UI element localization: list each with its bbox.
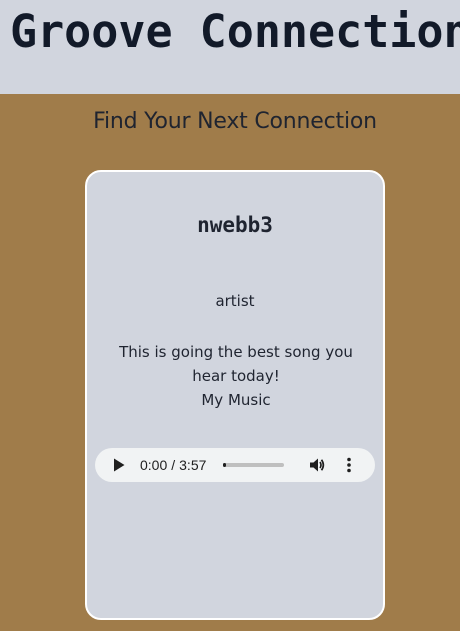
time-display: 0:00/3:57 xyxy=(140,457,206,473)
app-title: Groove Connection xyxy=(10,5,460,58)
progress-slider[interactable] xyxy=(223,463,284,467)
username: nwebb3 xyxy=(197,213,273,237)
site-header: Groove Connection xyxy=(0,0,460,94)
profile-card: nwebb3 artist This is going the best son… xyxy=(85,170,385,620)
play-icon[interactable] xyxy=(111,457,127,473)
user-role: artist xyxy=(215,292,255,310)
duration: 3:57 xyxy=(179,457,207,473)
my-music-link[interactable]: My Music xyxy=(101,388,371,412)
page-subtitle: Find Your Next Connection xyxy=(93,109,377,134)
description-text: This is going the best song you hear tod… xyxy=(119,343,353,385)
profile-description: This is going the best song you hear tod… xyxy=(101,340,371,412)
time-separator: / xyxy=(171,457,176,473)
progress-fill xyxy=(223,463,227,467)
more-vert-icon[interactable] xyxy=(340,456,358,474)
audio-player: 0:00/3:57 xyxy=(95,448,375,482)
current-time: 0:00 xyxy=(140,457,168,473)
volume-icon[interactable] xyxy=(308,456,326,474)
